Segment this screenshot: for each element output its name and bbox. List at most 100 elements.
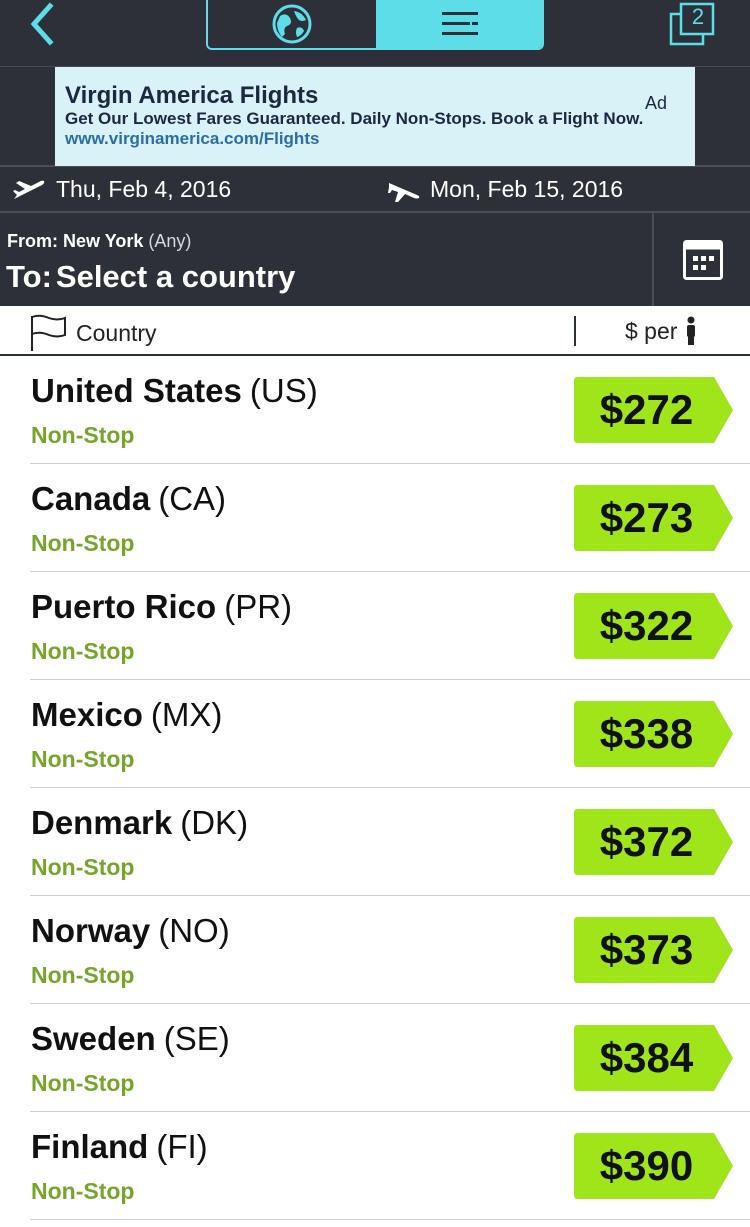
return-date[interactable]: Mon, Feb 15, 2016 xyxy=(386,176,623,203)
column-header: Country $ per xyxy=(0,306,750,356)
price-value: $384 xyxy=(599,1034,694,1081)
list-item[interactable]: Sweden (SE) Non-Stop $384 xyxy=(0,1004,750,1112)
country-name-text: Mexico xyxy=(31,696,143,733)
open-tabs-button[interactable]: 2 xyxy=(668,2,718,48)
calendar-button[interactable] xyxy=(683,240,723,280)
from-label: From: xyxy=(7,231,58,251)
price-button[interactable]: $390 xyxy=(574,1133,734,1199)
country-name-text: Canada xyxy=(31,480,151,517)
departure-date[interactable]: Thu, Feb 4, 2016 xyxy=(12,176,231,203)
price-value: $373 xyxy=(599,926,694,973)
country-name-text: Norway xyxy=(31,912,151,949)
to-field[interactable]: To: Select a country xyxy=(6,259,295,295)
stops-label: Non-Stop xyxy=(31,1178,135,1204)
view-switcher xyxy=(206,0,544,50)
stops-label: Non-Stop xyxy=(31,962,135,988)
list-item[interactable]: Finland (FI) Non-Stop $390 xyxy=(0,1112,750,1220)
country-name-text: Puerto Rico xyxy=(31,588,217,625)
stops-label: Non-Stop xyxy=(31,854,135,880)
price-button[interactable]: $373 xyxy=(574,917,734,983)
list-item[interactable]: Puerto Rico (PR) Non-Stop $322 xyxy=(0,572,750,680)
country-list: United States (US) Non-Stop $272 Canada (C… xyxy=(0,356,750,1220)
country-name-text: Denmark xyxy=(31,804,173,841)
list-item[interactable]: United States (US) Non-Stop $272 xyxy=(0,356,750,464)
country-name: Canada (CA) xyxy=(31,480,226,518)
price-value: $273 xyxy=(599,494,694,541)
globe-icon xyxy=(272,4,312,44)
country-name-text: United States xyxy=(31,372,242,409)
country-name: Mexico (MX) xyxy=(31,696,222,734)
ad-area: Virgin America Flights Get Our Lowest Fa… xyxy=(0,67,750,167)
list-icon xyxy=(442,12,478,35)
dates-bar: Thu, Feb 4, 2016 Mon, Feb 15, 2016 xyxy=(0,167,750,213)
country-column-label: Country xyxy=(76,319,157,346)
column-divider xyxy=(574,316,576,346)
tab-globe-view[interactable] xyxy=(208,0,376,48)
country-code: (SE) xyxy=(163,1020,230,1057)
price-button[interactable]: $272 xyxy=(574,377,734,443)
country-name: United States (US) xyxy=(31,372,318,410)
stops-label: Non-Stop xyxy=(31,1070,135,1096)
price-value: $390 xyxy=(599,1142,694,1189)
price-column-label: $ per xyxy=(625,317,678,344)
row-divider xyxy=(30,1219,750,1220)
calendar-icon xyxy=(683,240,723,280)
list-item[interactable]: Norway (NO) Non-Stop $373 xyxy=(0,896,750,1004)
departure-date-text: Thu, Feb 4, 2016 xyxy=(56,176,232,202)
price-button[interactable]: $372 xyxy=(574,809,734,875)
ad-label: Ad xyxy=(644,93,667,113)
tab-count: 2 xyxy=(691,4,705,29)
list-item[interactable]: Mexico (MX) Non-Stop $338 xyxy=(0,680,750,788)
sort-by-price[interactable]: $ per xyxy=(625,316,697,346)
country-name: Norway (NO) xyxy=(31,912,230,950)
price-button[interactable]: $384 xyxy=(574,1025,734,1091)
calendar-section xyxy=(652,213,750,306)
return-date-text: Mon, Feb 15, 2016 xyxy=(430,176,624,202)
country-name: Puerto Rico (PR) xyxy=(31,588,292,626)
person-icon xyxy=(687,316,696,345)
to-value: Select a country xyxy=(55,259,296,294)
ad-url[interactable]: www.virginamerica.com/Flights xyxy=(65,128,685,150)
departure-plane-icon xyxy=(13,180,45,202)
country-code: (FI) xyxy=(156,1128,208,1165)
flag-icon xyxy=(31,314,66,351)
back-button[interactable] xyxy=(26,2,66,46)
list-item[interactable]: Denmark (DK) Non-Stop $372 xyxy=(0,788,750,896)
country-code: (MX) xyxy=(150,696,223,733)
arrival-plane-icon xyxy=(388,182,420,202)
chevron-left-icon xyxy=(30,2,54,46)
stops-label: Non-Stop xyxy=(31,746,135,772)
country-code: (NO) xyxy=(158,912,230,949)
to-label: To: xyxy=(6,259,52,294)
from-city: New York xyxy=(63,231,144,251)
from-field[interactable]: From: New York (Any) xyxy=(7,231,191,252)
country-code: (CA) xyxy=(158,480,227,517)
price-value: $338 xyxy=(599,710,694,757)
country-name: Sweden (SE) xyxy=(31,1020,230,1058)
route-panel: From: New York (Any) To: Select a country xyxy=(0,213,750,306)
country-name: Denmark (DK) xyxy=(31,804,248,842)
ad-banner[interactable]: Virgin America Flights Get Our Lowest Fa… xyxy=(55,67,695,166)
top-bar: 2 xyxy=(0,0,750,67)
tab-list-view[interactable] xyxy=(376,0,542,48)
country-name: Finland (FI) xyxy=(31,1128,208,1166)
stops-label: Non-Stop xyxy=(31,530,135,556)
list-item[interactable]: Canada (CA) Non-Stop $273 xyxy=(0,464,750,572)
country-name-text: Sweden xyxy=(31,1020,156,1057)
ad-body: Get Our Lowest Fares Guaranteed. Daily N… xyxy=(65,109,644,128)
country-code: (US) xyxy=(249,372,318,409)
stops-label: Non-Stop xyxy=(31,422,135,448)
price-value: $272 xyxy=(599,386,694,433)
ad-title: Virgin America Flights xyxy=(65,82,319,109)
country-code: (PR) xyxy=(224,588,293,625)
price-button[interactable]: $322 xyxy=(574,593,734,659)
price-value: $322 xyxy=(599,602,694,649)
price-button[interactable]: $273 xyxy=(574,485,734,551)
from-qualifier: (Any) xyxy=(148,231,192,251)
sort-by-country[interactable]: Country xyxy=(30,314,157,352)
stops-label: Non-Stop xyxy=(31,638,135,664)
country-name-text: Finland xyxy=(31,1128,149,1165)
country-code: (DK) xyxy=(180,804,249,841)
price-button[interactable]: $338 xyxy=(574,701,734,767)
price-value: $372 xyxy=(599,818,694,865)
